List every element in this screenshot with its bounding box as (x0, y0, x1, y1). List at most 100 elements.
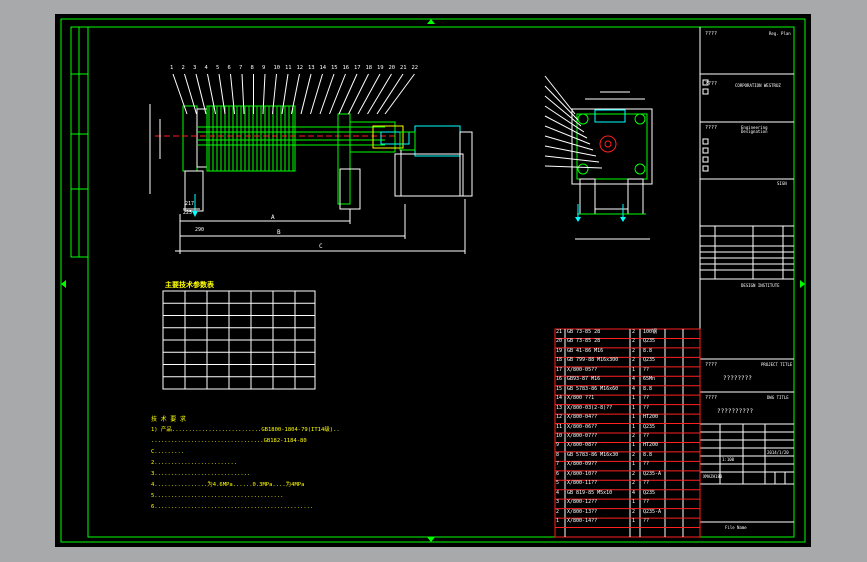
bom-cell-mat: 65Mn (643, 376, 656, 383)
bom-cell-mat: ?? (643, 461, 650, 468)
note-line: 2......................... (151, 460, 238, 466)
note-line: C......... (151, 449, 185, 455)
bom-cell-code: X/800-06?? (567, 423, 598, 430)
part-number-label: 19 (377, 65, 384, 71)
drawing-sheet: ???? Reg. Plan ???? CORPORATION WESTRUZ … (55, 14, 811, 547)
tb-dwg-value: ?????????? (717, 408, 754, 415)
bom-cell-code: GB 819-85 M5x10 (567, 489, 613, 496)
bom-cell-no: 19 (556, 347, 563, 354)
bom-cell-mat: Q235-A (643, 508, 662, 515)
center-mark-bottom (427, 537, 435, 542)
dim-a: A (271, 214, 275, 221)
part-number-label: 22 (411, 65, 419, 71)
bom-cell-no: 8 (556, 451, 560, 458)
bom-cell-no: 9 (556, 442, 560, 449)
bom-cell-code: GB93-87 M16 (567, 376, 601, 383)
bom-cell-qty: 2 (632, 357, 636, 364)
bom-cell-mat: Q235 (643, 357, 656, 364)
bom-cell-no: 15 (556, 385, 563, 392)
bom-cell-qty: 4 (632, 489, 636, 496)
bom-cell-mat: ?? (643, 499, 650, 506)
note-line: 4................为4.6MPa......0.3MPa....… (151, 482, 305, 488)
note-line: 1) 产品...........................GB1800-1… (151, 427, 340, 433)
bom-cell-qty: 4 (632, 385, 636, 392)
tb-design-label: DESIGN INSTITUTE (741, 283, 780, 288)
bom-cell-no: 5 (556, 480, 560, 487)
bom-cell-no: 14 (556, 395, 563, 402)
dim-217: 217 (185, 201, 195, 207)
part-number-label: 7 (239, 65, 243, 71)
bom-cell-qty: 1 (632, 414, 636, 421)
dim-c: C (319, 243, 323, 250)
tb-reg-label: Reg. Plan (769, 31, 791, 36)
bom-cell-no: 1 (556, 518, 560, 525)
param-table (162, 290, 316, 390)
bom-cell-code: X/800-09?? (567, 461, 598, 468)
bom-cell-mat: ?? (643, 395, 650, 402)
tb-date-value: 2014/1/20 (767, 450, 789, 455)
bom-cell-qty: 1 (632, 395, 636, 402)
bom-cell-mat: Q235-A (643, 470, 662, 477)
bom-cell-qty: 1 (632, 404, 636, 411)
part-number-label: 12 (296, 65, 304, 71)
bom-cell-qty: 2 (632, 347, 636, 354)
bom-cell-code: X/800 ??1 (567, 395, 595, 402)
bom-cell-mat: 8.8 (643, 385, 653, 392)
bom-cell-no: 4 (556, 489, 560, 496)
tb-dwg-text: DWG TITLE (767, 395, 789, 400)
bom-cell-mat: Q235 (643, 338, 656, 345)
tb-dwg-label: ???? (705, 395, 718, 401)
bom-cell-qty: 2 (632, 480, 636, 487)
bom-cell-qty: 1 (632, 442, 636, 449)
bom-cell-mat: HT200 (643, 442, 659, 449)
bom-cell-mat: Q235 (643, 423, 656, 430)
tb-project-text: PROJECT TITLE (761, 362, 793, 367)
bom-cell-no: 2 (556, 508, 560, 515)
part-number-label: 13 (308, 65, 315, 71)
bom-cell-mat: 8.8 (643, 451, 653, 458)
dim-b: B (277, 229, 281, 236)
part-number-label: 2 (181, 65, 185, 71)
bom-cell-no: 12 (556, 414, 563, 421)
notes-title: 技 术 要 求 (151, 416, 186, 423)
bom-cell-no: 20 (556, 338, 563, 345)
bom-cell-mat: 8.8 (643, 347, 653, 354)
part-number-label: 3 (193, 65, 197, 71)
bom-cell-no: 3 (556, 499, 560, 506)
bom-cell-code: GB 5783-86 M16x30 (567, 451, 619, 458)
bom-cell-qty: 2 (632, 451, 636, 458)
part-number-label: 11 (285, 65, 292, 71)
bom-cell-qty: 1 (632, 499, 636, 506)
bom-cell-no: 13 (556, 404, 563, 411)
param-table-title: 主要技术参数表 (165, 281, 214, 289)
bom-cell-code: X/800-05?? (567, 366, 598, 373)
bom-cell-no: 18 (556, 357, 563, 364)
tb-model-value: XMAZH180 (703, 474, 723, 479)
tb-corp-label: ???? (705, 81, 718, 87)
tb-ratio-value: 1:100 (722, 457, 735, 462)
bom-cell-qty: 1 (632, 518, 636, 525)
bom-cell-no: 6 (556, 470, 560, 477)
bom-cell-qty: 1 (632, 366, 636, 373)
bom-cell-mat: ?? (643, 404, 650, 411)
tb-sig-label: SIGN (777, 181, 787, 186)
bom-cell-code: X/800-07?? (567, 433, 598, 439)
tb-eng-text: Engineering Designation (741, 125, 768, 134)
part-number-label: 10 (273, 65, 281, 71)
bom-cell-qty: 1 (632, 461, 636, 468)
part-number-label: 6 (227, 65, 231, 71)
bom-cell-code: X/800-10?? (567, 470, 598, 477)
tb-project-label: ???? (705, 362, 718, 368)
dim-225: 225 (183, 210, 193, 216)
bom-cell-mat: Q235 (643, 489, 656, 496)
bom-cell-code: GB 41-86 M16 (567, 347, 604, 354)
part-number-label: 20 (388, 65, 396, 71)
bom-cell-code: X/800-03(2-8)?? (567, 404, 613, 411)
note-line: 5....................................... (151, 493, 284, 499)
bom-cell-code: GB 5783-86 M16x60 (567, 385, 619, 392)
bom-cell-code: X/800-04?? (567, 414, 598, 421)
dim-290: 290 (195, 227, 205, 233)
part-number-label: 8 (250, 65, 254, 71)
bom-cell-no: 7 (556, 461, 560, 468)
bom-cell-mat: ?? (643, 518, 650, 525)
